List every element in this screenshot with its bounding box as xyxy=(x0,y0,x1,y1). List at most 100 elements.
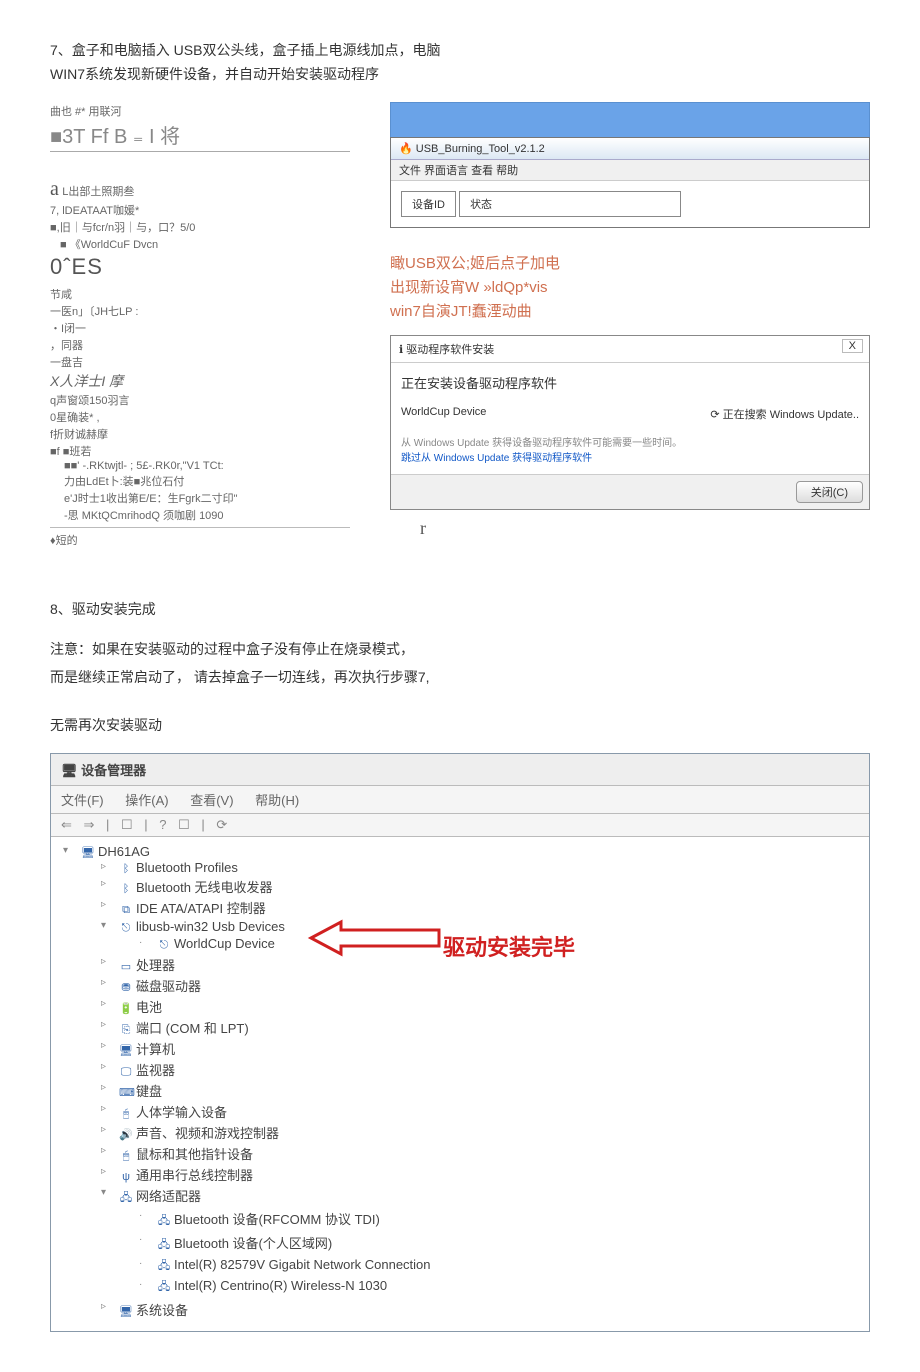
tree-item-label: 处理器 xyxy=(136,958,175,973)
tree-item-label: Bluetooth 无线电收发器 xyxy=(136,880,273,895)
driver-skip-link[interactable]: 跳过从 Windows Update 获得驱动程序软件 xyxy=(401,449,859,464)
tree-item-label: 键盘 xyxy=(136,1084,162,1099)
tree-item-label: IDE ATA/ATAPI 控制器 xyxy=(136,901,266,916)
tree-ports[interactable]: ⎘端口 (COM 和 LPT) xyxy=(101,1017,865,1038)
garble-l14: f折财诚赫摩 xyxy=(50,426,350,442)
computer-icon: 🖥 xyxy=(81,846,95,859)
bluetooth-icon: ᛒ xyxy=(119,863,133,875)
tree-keyboard[interactable]: ⌨键盘 xyxy=(101,1080,865,1101)
driver-device-name: WorldCup Device xyxy=(401,406,486,422)
tree-root[interactable]: 🖥DH61AG ᛒBluetooth Profiles ᛒBluetooth 无… xyxy=(63,843,865,1321)
device-icon: ⎋ xyxy=(157,939,171,952)
tree-system[interactable]: 🖥系统设备 xyxy=(101,1299,865,1320)
tree-network[interactable]: 🖧网络适配器 🖧Bluetooth 设备(RFCOMM 协议 TDI) 🖧Blu… xyxy=(101,1185,865,1299)
cpu-icon: ▭ xyxy=(119,960,133,973)
step7-line2: WIN7系统发现新硬件设备，并自动开始安装驱动程序 xyxy=(50,64,870,84)
step8-p3: 无需再次安装驱动 xyxy=(50,715,870,735)
step7-heading: 7、盒子和电脑插入 USB双公头线，盒子插上电源线加点，电脑 WIN7系统发现新… xyxy=(50,40,870,84)
disk-icon: ⛃ xyxy=(119,981,133,994)
devmgr-icon: 🖥 xyxy=(61,763,78,778)
bluetooth-icon: ᛒ xyxy=(119,883,133,895)
tree-sound[interactable]: 🔊声音、视频和游戏控制器 xyxy=(101,1122,865,1143)
tree-ide[interactable]: ⧉IDE ATA/ATAPI 控制器 xyxy=(101,897,865,918)
device-manager-tree[interactable]: 🖥DH61AG ᛒBluetooth Profiles ᛒBluetooth 无… xyxy=(51,837,869,1331)
window-tab-area xyxy=(390,102,870,137)
burning-tool-col-status: 状态 xyxy=(459,191,681,217)
menu-help[interactable]: 帮助(H) xyxy=(255,793,299,808)
garble-l9: ，同器 xyxy=(50,337,350,353)
garble-l12: q声窗颂150羽言 xyxy=(50,392,350,408)
garble-l2: ■3T Ff B ₌ I 将 xyxy=(50,120,350,152)
tree-item-label: 磁盘驱动器 xyxy=(136,979,201,994)
tree-net4[interactable]: 🖧Intel(R) Centrino(R) Wireless-N 1030 xyxy=(139,1277,865,1298)
garble-oes: 0ˆES xyxy=(50,254,350,280)
info-icon: ℹ xyxy=(399,344,403,356)
driver-device-status: ⟳ 正在搜索 Windows Update.. xyxy=(710,406,859,422)
garble-l4: ■,旧｜与fcr/n羽｜与，口？5/0 xyxy=(50,219,350,235)
garble-l5: ■ 《WorldCuF Dvcn xyxy=(50,236,350,252)
hid-icon: 🖰 xyxy=(119,1108,133,1121)
tree-net2[interactable]: 🖧Bluetooth 设备(个人区域网) xyxy=(139,1232,865,1256)
device-manager-menu[interactable]: 文件(F) 操作(A) 查看(V) 帮助(H) xyxy=(51,786,869,814)
nic-icon: 🖧 xyxy=(157,1257,171,1276)
tree-item-label: 声音、视频和游戏控制器 xyxy=(136,1126,279,1141)
tree-hid[interactable]: 🖰人体学输入设备 xyxy=(101,1101,865,1122)
step7-body: 曲也 #* 用联河 ■3T Ff B ₌ I 将 a L出部土照期叁 7, lD… xyxy=(50,102,870,549)
red-line-2: 出现新设宵W »ldQp*vis xyxy=(390,276,870,297)
device-manager-title-text: 设备管理器 xyxy=(81,763,146,778)
sound-icon: 🔊 xyxy=(119,1128,133,1141)
garble-l19: -思 MKtQCmrihodQ 须咖剧 1090 xyxy=(50,507,350,523)
driver-dialog-close-button[interactable]: X xyxy=(842,339,863,353)
system-icon: 🖥 xyxy=(119,1305,133,1318)
r-mark: r xyxy=(420,518,870,539)
tree-item-label: 端口 (COM 和 LPT) xyxy=(136,1021,249,1036)
tree-usb[interactable]: ψ通用串行总线控制器 xyxy=(101,1164,865,1185)
tree-computer[interactable]: 🖥计算机 xyxy=(101,1038,865,1059)
tree-net3[interactable]: 🖧Intel(R) 82579V Gigabit Network Connect… xyxy=(139,1256,865,1277)
tree-item-label: 电池 xyxy=(136,1000,162,1015)
red-line-3: win7自演JT!蠢湮动曲 xyxy=(390,300,870,321)
tree-item-label: 鼠标和其他指针设备 xyxy=(136,1147,253,1162)
menu-view[interactable]: 查看(V) xyxy=(190,793,233,808)
driver-dialog-title-text: 驱动程序软件安装 xyxy=(406,344,494,356)
tree-net1[interactable]: 🖧Bluetooth 设备(RFCOMM 协议 TDI) xyxy=(139,1208,865,1232)
tree-item-label: libusb-win32 Usb Devices xyxy=(136,919,285,934)
garble-l13: 0星确装* , xyxy=(50,409,350,425)
tree-item-label: 系统设备 xyxy=(136,1303,188,1318)
tree-item-label: Intel(R) 82579V Gigabit Network Connecti… xyxy=(174,1257,431,1272)
network-icon: 🖧 xyxy=(119,1189,133,1208)
device-manager-title: 🖥 设备管理器 xyxy=(51,754,869,786)
garble-l8: ・I闭一 xyxy=(50,320,350,336)
tree-item-label: 计算机 xyxy=(136,1042,175,1057)
menu-action[interactable]: 操作(A) xyxy=(125,793,168,808)
tree-battery[interactable]: 🔋电池 xyxy=(101,996,865,1017)
tree-item-label: 通用串行总线控制器 xyxy=(136,1168,253,1183)
device-manager-toolbar[interactable]: ⇐ ⇒ | ☐ | ? ☐ | ⟳ xyxy=(51,814,869,837)
tree-item-label: 人体学输入设备 xyxy=(136,1105,227,1120)
tree-item-label: Bluetooth 设备(个人区域网) xyxy=(174,1236,332,1251)
monitor-icon: 🖵 xyxy=(119,1066,133,1079)
tree-item-label: 网络适配器 xyxy=(136,1189,201,1204)
garbled-left-column: 曲也 #* 用联河 ■3T Ff B ₌ I 将 a L出部土照期叁 7, lD… xyxy=(50,102,350,549)
driver-close-button[interactable]: 关闭(C) xyxy=(796,481,863,503)
menu-file[interactable]: 文件(F) xyxy=(61,793,104,808)
tree-bt-profiles[interactable]: ᛒBluetooth Profiles xyxy=(101,859,865,876)
garble-l7: 一医n」〔JH七LP : xyxy=(50,303,350,319)
tree-item-label: 监视器 xyxy=(136,1063,175,1078)
garble-l6: 节咸 xyxy=(50,286,350,302)
mouse-icon: 🖱 xyxy=(119,1150,133,1163)
driver-note: 从 Windows Update 获得设备驱动程序软件可能需要一些时间。 xyxy=(401,434,859,449)
garble-l1: 曲也 #* 用联河 xyxy=(50,103,350,119)
arrow-label: 驱动安装完毕 xyxy=(443,930,575,962)
garble-l17: 力由LdEt卜:装■兆位石付 xyxy=(50,473,350,489)
tree-item-label: Intel(R) Centrino(R) Wireless-N 1030 xyxy=(174,1278,387,1293)
nic-icon: 🖧 xyxy=(157,1212,171,1231)
computer-icon: 🖥 xyxy=(119,1044,133,1057)
tree-disk[interactable]: ⛃磁盘驱动器 xyxy=(101,975,865,996)
tree-bt-radio[interactable]: ᛒBluetooth 无线电收发器 xyxy=(101,876,865,897)
burning-tool-window: 🔥 USB_Burning_Tool_v2.1.2 文件 界面语言 查看 帮助 … xyxy=(390,137,870,228)
burning-tool-menu[interactable]: 文件 界面语言 查看 帮助 xyxy=(391,160,869,181)
tree-monitor[interactable]: 🖵监视器 xyxy=(101,1059,865,1080)
tree-mouse[interactable]: 🖱鼠标和其他指针设备 xyxy=(101,1143,865,1164)
garble-l3: 7, lDEATAAT咖媛* xyxy=(50,202,350,218)
